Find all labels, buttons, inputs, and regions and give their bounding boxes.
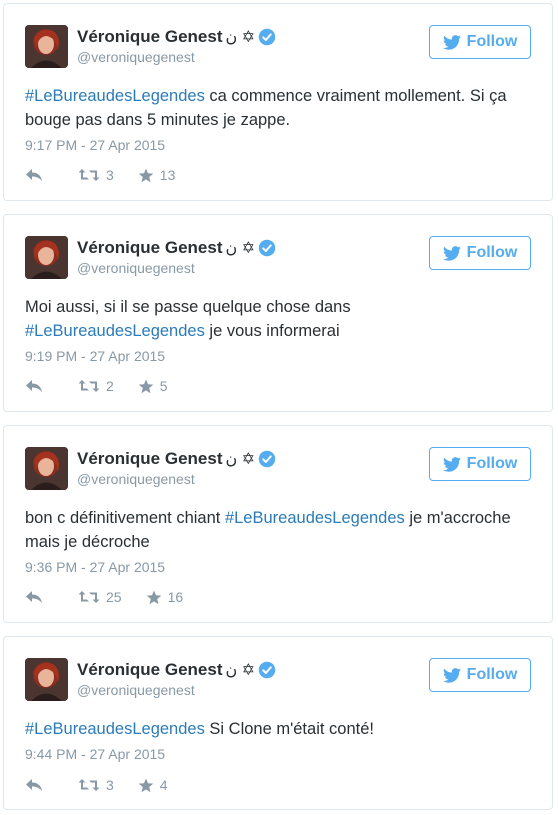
author-name-row[interactable]: Véronique Genest ن ✡ [77,237,276,259]
author-handle[interactable]: @veroniquegenest [77,260,195,276]
tweet-card: Véronique Genest ن ✡ @veroniquegenest Fo… [3,214,553,412]
author-name[interactable]: Véronique Genest [77,660,222,680]
like-count: 16 [167,589,184,605]
author-handle[interactable]: @veroniquegenest [77,471,195,487]
like-button[interactable]: 4 [138,777,168,793]
tweet-timestamp[interactable]: 9:19 PM - 27 Apr 2015 [25,348,165,364]
like-count: 13 [159,167,176,183]
author-name-row[interactable]: Véronique Genest ن ✡ [77,448,276,470]
follow-button[interactable]: Follow [429,658,531,692]
follow-button[interactable]: Follow [429,25,531,59]
retweet-count: 3 [106,167,114,183]
twitter-bird-icon [442,245,461,261]
tweet-timestamp[interactable]: 9:44 PM - 27 Apr 2015 [25,746,165,762]
follow-button-label: Follow [466,244,518,261]
tweet-text-before: Moi aussi, si il se passe quelque chose … [25,298,351,316]
avatar[interactable] [25,447,68,490]
retweet-button[interactable]: 3 [78,777,114,793]
tweet-text-before: bon c définitivement chiant [25,509,225,527]
retweet-count: 2 [106,378,114,394]
star-icon [138,168,154,182]
tweet-text: #LeBureaudesLegendes ca commence vraimen… [25,84,531,132]
hashtag-link[interactable]: #LeBureaudesLegendes [25,87,205,105]
reply-icon [26,779,42,791]
tweet-timestamp[interactable]: 9:36 PM - 27 Apr 2015 [25,559,165,575]
reply-icon [26,591,42,603]
author-name[interactable]: Véronique Genest [77,449,222,469]
tweet-text: #LeBureaudesLegendes Si Clone m'était co… [25,717,531,741]
verified-badge-icon [258,661,276,679]
follow-button-label: Follow [466,33,518,50]
tweet-text-after: Si Clone m'était conté! [204,720,374,738]
reply-icon [26,169,42,181]
verified-badge-icon [258,239,276,257]
like-count: 5 [159,378,168,394]
tweet-text: Moi aussi, si il se passe quelque chose … [25,295,531,343]
star-icon [138,778,154,792]
hashtag-link[interactable]: #LeBureaudesLegendes [25,720,205,738]
retweet-icon [78,591,100,603]
retweet-icon [78,380,100,392]
retweet-count: 25 [106,589,122,605]
tweet-actions: 25 16 [25,589,183,605]
author-name-row[interactable]: Véronique Genest ن ✡ [77,26,276,48]
author-name-symbols: ن ✡ [225,662,256,679]
tweet-actions: 2 5 [25,378,168,394]
author-handle[interactable]: @veroniquegenest [77,682,195,698]
reply-icon [26,380,42,392]
like-button[interactable]: 13 [138,167,176,183]
reply-button[interactable] [25,168,78,182]
star-icon [138,379,154,393]
author-name-symbols: ن ✡ [225,240,256,257]
like-count: 4 [159,777,168,793]
retweet-button[interactable]: 2 [78,378,114,394]
reply-button[interactable] [25,590,78,604]
retweet-icon [78,169,100,181]
retweet-button[interactable]: 3 [78,167,114,183]
follow-button[interactable]: Follow [429,236,531,270]
star-icon [146,590,161,604]
avatar[interactable] [25,25,68,68]
author-handle[interactable]: @veroniquegenest [77,49,195,65]
tweet-text: bon c définitivement chiant #LeBureaudes… [25,506,531,554]
tweet-card: Véronique Genest ن ✡ @veroniquegenest Fo… [3,636,553,810]
avatar[interactable] [25,236,68,279]
reply-button[interactable] [25,778,78,792]
twitter-bird-icon [442,456,461,472]
tweet-card: Véronique Genest ن ✡ @veroniquegenest Fo… [3,3,553,201]
follow-button-label: Follow [466,666,518,683]
tweet-actions: 3 13 [25,167,175,183]
tweet-timestamp[interactable]: 9:17 PM - 27 Apr 2015 [25,137,165,153]
like-button[interactable]: 16 [146,589,184,605]
reply-button[interactable] [25,379,78,393]
author-name-row[interactable]: Véronique Genest ن ✡ [77,659,276,681]
retweet-button[interactable]: 25 [78,589,122,605]
follow-button[interactable]: Follow [429,447,531,481]
verified-badge-icon [258,450,276,468]
author-name[interactable]: Véronique Genest [77,238,222,258]
retweet-count: 3 [106,777,114,793]
follow-button-label: Follow [466,455,518,472]
retweet-icon [78,779,100,791]
twitter-bird-icon [442,667,461,683]
author-name-symbols: ن ✡ [225,451,256,468]
author-name-symbols: ن ✡ [225,29,256,46]
avatar[interactable] [25,658,68,701]
tweet-text-after: je vous informerai [204,322,340,340]
verified-badge-icon [258,28,276,46]
author-name[interactable]: Véronique Genest [77,27,222,47]
tweet-card: Véronique Genest ن ✡ @veroniquegenest Fo… [3,425,553,623]
twitter-bird-icon [442,34,461,50]
like-button[interactable]: 5 [138,378,168,394]
hashtag-link[interactable]: #LeBureaudesLegendes [225,509,405,527]
hashtag-link[interactable]: #LeBureaudesLegendes [25,322,205,340]
tweet-actions: 3 4 [25,777,168,793]
